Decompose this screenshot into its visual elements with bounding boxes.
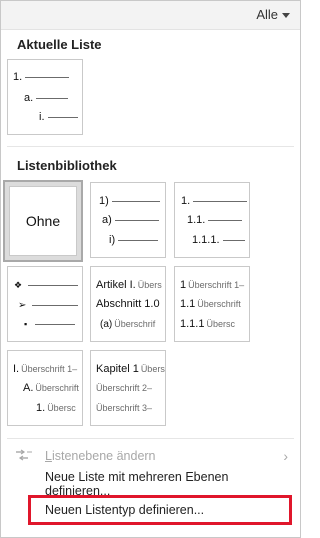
level-label: I. <box>13 363 20 375</box>
level-label: 1 <box>180 279 187 291</box>
list-level-3: 1.1.1. <box>192 233 245 247</box>
list-level-2: Überschrift 2– <box>96 381 152 395</box>
list-tile-chapter[interactable]: Kapitel 1 Übers Überschrift 2– Überschri… <box>90 350 166 426</box>
level-heading-text: Überschrift 1– <box>21 364 78 374</box>
level-heading-text: Überschrift 3– <box>96 403 153 413</box>
list-level-3: Überschrift 3– <box>96 401 152 415</box>
level-label: 1.1.1. <box>192 234 220 246</box>
list-level-3: ▪ <box>24 317 76 331</box>
separator <box>7 146 294 147</box>
level-heading-text: Überschrift <box>35 383 79 393</box>
menu-define-multilevel-label: Neue Liste mit mehreren Ebenen definiere… <box>45 470 229 498</box>
section-title-current-list: Aktuelle Liste <box>17 37 102 52</box>
level-heading-text: Übers <box>140 364 165 374</box>
separator <box>7 438 294 439</box>
list-level-2: ➢ <box>18 298 79 312</box>
list-level-2: 1.1 Überschrift <box>180 297 241 311</box>
list-level-1: Kapitel 1 Übers <box>96 362 165 376</box>
level-label: Artikel I. <box>96 279 136 291</box>
level-heading-text: Überschrift 1– <box>188 280 245 290</box>
filter-bar: Alle <box>1 1 300 30</box>
level-line <box>118 239 159 241</box>
level-heading-text: Überschrift 2– <box>96 383 153 393</box>
list-level-3: 1. Übersc <box>36 401 76 415</box>
level-heading-text: Übersc <box>47 403 76 413</box>
chevron-right-icon: › <box>283 448 288 464</box>
level-heading-text: Überschrif <box>114 319 156 329</box>
list-level-1: 1 Überschrift 1– <box>180 278 244 292</box>
level-label: 1. <box>13 71 23 83</box>
level-heading-text: Überschrift <box>197 299 241 309</box>
none-tile-inner: Ohne <box>9 186 77 256</box>
list-level-3: i. <box>39 110 78 124</box>
list-tile-paren[interactable]: 1) a) i) <box>90 182 166 258</box>
list-level-2: a) <box>102 213 159 227</box>
level-line <box>32 304 79 306</box>
menu-label-text: istenebene ändern <box>51 449 156 463</box>
filter-dropdown[interactable]: Alle <box>256 7 290 22</box>
list-level-3: 1.1.1 Übersc <box>180 317 235 331</box>
list-level-2: Abschnitt 1.0 <box>96 297 160 311</box>
menu-change-list-level[interactable]: Listenebene ändern › <box>7 443 294 469</box>
list-level-2: a. <box>24 91 69 105</box>
list-level-2: 1.1. <box>187 213 243 227</box>
level-label: i) <box>109 234 116 246</box>
level-line <box>208 219 243 221</box>
list-gallery-panel: Alle Aktuelle Liste 1. a. i. Listenbibli… <box>0 0 301 538</box>
list-level-1: ❖ <box>14 278 79 292</box>
list-level-1: I. Überschrift 1– <box>13 362 77 376</box>
level-label: 1.1. <box>187 214 206 226</box>
level-line <box>28 284 79 286</box>
menu-define-multilevel[interactable]: Neue Liste mit mehreren Ebenen definiere… <box>7 470 294 498</box>
level-label: a) <box>102 214 112 226</box>
none-label: Ohne <box>25 213 61 229</box>
list-tile-article[interactable]: Artikel I. Übers Abschnitt 1.0 (a) Übers… <box>90 266 166 342</box>
level-label: Kapitel 1 <box>96 363 139 375</box>
level-line <box>111 200 160 202</box>
arrow-bullet-icon: ➢ <box>18 299 27 311</box>
level-line <box>222 239 245 241</box>
level-label: 1.1.1 <box>180 318 205 330</box>
level-label: 1. <box>181 195 191 207</box>
level-line <box>36 97 69 99</box>
annotation-highlight-box <box>28 495 292 525</box>
current-list-tile[interactable]: 1. a. i. <box>7 59 83 135</box>
square-bullet-icon: ▪ <box>24 319 28 329</box>
list-level-1: 1) <box>99 194 160 208</box>
level-label: Abschnitt 1.0 <box>96 298 160 310</box>
level-line <box>35 323 76 325</box>
list-level-1: 1. <box>181 194 248 208</box>
level-line <box>114 219 159 221</box>
list-tile-heading-decimal[interactable]: 1 Überschrift 1– 1.1 Überschrift 1.1.1 Ü… <box>174 266 250 342</box>
level-label: 1.1 <box>180 298 196 310</box>
diamond-bullet-icon: ❖ <box>14 279 23 290</box>
level-label: (a) <box>100 318 113 330</box>
level-label: a. <box>24 92 34 104</box>
filter-label: Alle <box>256 7 278 22</box>
level-label: 1) <box>99 195 109 207</box>
list-level-3: (a) Überschrif <box>100 317 155 331</box>
level-line <box>47 116 78 118</box>
list-tile-heading-roman[interactable]: I. Überschrift 1– A. Überschrift 1. Über… <box>7 350 83 426</box>
level-line <box>193 200 248 202</box>
level-label: A. <box>23 382 34 394</box>
level-label: 1. <box>36 402 46 414</box>
menu-change-list-level-label: Listenebene ändern <box>45 449 156 463</box>
list-level-1: Artikel I. Übers <box>96 278 162 292</box>
level-heading-text: Übersc <box>206 319 235 329</box>
list-tile-decimal[interactable]: 1. 1.1. 1.1.1. <box>174 182 250 258</box>
level-heading-text: Übers <box>137 280 162 290</box>
list-tile-none[interactable]: Ohne <box>3 180 83 262</box>
level-line <box>25 76 70 78</box>
list-level-3: i) <box>109 233 159 247</box>
list-tile-bullets[interactable]: ❖ ➢ ▪ <box>7 266 83 342</box>
chevron-down-icon <box>282 13 290 18</box>
list-level-1: 1. <box>13 70 70 84</box>
list-level-2: A. Überschrift <box>23 381 79 395</box>
level-label: i. <box>39 111 45 123</box>
section-title-library: Listenbibliothek <box>17 158 117 173</box>
indent-arrows-icon <box>15 449 35 464</box>
